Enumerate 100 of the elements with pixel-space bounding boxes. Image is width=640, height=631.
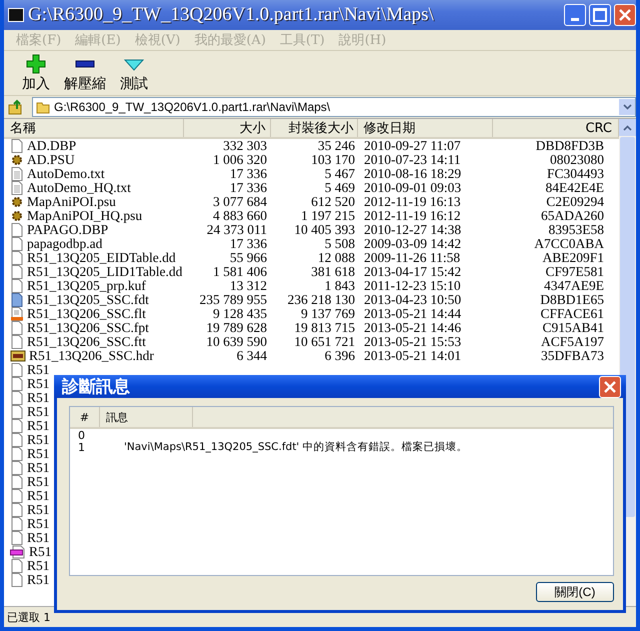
- table-cell-text: 19 789 628: [205, 320, 268, 336]
- file-icon: [10, 279, 24, 293]
- table-cell-text: 4 883 660: [212, 208, 268, 224]
- file-name[interactable]: R51: [27, 558, 50, 574]
- table-cell-text: 103 170: [310, 152, 356, 168]
- file-icon: [10, 335, 24, 349]
- column-header[interactable]: 封裝後大小: [270, 119, 358, 137]
- dropdown-button[interactable]: [619, 99, 635, 115]
- column-header[interactable]: #: [70, 407, 100, 427]
- file-name[interactable]: R51: [27, 446, 50, 462]
- toolbar-button[interactable]: 解壓縮: [60, 54, 110, 92]
- table-cell-text: 12 088: [316, 250, 356, 266]
- file-name[interactable]: R51: [27, 362, 50, 378]
- table-cell-text: 2012-11-19 16:13: [363, 194, 462, 210]
- table-cell-text: FC304493: [546, 166, 605, 182]
- file-icon: [10, 265, 24, 279]
- file-name[interactable]: R51: [27, 390, 50, 406]
- window-title: G:\R6300_9_TW_13Q206V1.0.part1.rar\Navi\Maps\: [28, 4, 435, 26]
- table-cell-text: 236 218 130: [286, 292, 356, 308]
- table-cell-text: A7CC0ABA: [533, 236, 605, 252]
- toolbar-button[interactable]: 測試: [116, 54, 152, 92]
- table-cell-text: 35DFBA73: [540, 348, 605, 364]
- table-cell-text: 2009-11-26 11:58: [363, 250, 462, 266]
- maximize-button[interactable]: [589, 4, 611, 26]
- file-name[interactable]: R51_13Q206_SSC.hdr: [29, 348, 154, 364]
- file-name[interactable]: R51_13Q205_SSC.fdt: [27, 292, 149, 308]
- file-name[interactable]: R51: [27, 530, 50, 546]
- file-name[interactable]: R51_13Q205_EIDTable.dd: [27, 250, 176, 266]
- table-cell-text: 84E42E4E: [544, 180, 605, 196]
- chevron-up-icon: [623, 124, 632, 130]
- table-cell-text: DBD8FD3B: [534, 138, 605, 154]
- file-name[interactable]: PAPAGO.DBP: [27, 222, 108, 238]
- file-name[interactable]: R51: [27, 516, 50, 532]
- table-cell-text: 4347AE9E: [543, 278, 605, 294]
- table-cell-text: 332 303: [222, 138, 268, 154]
- minimize-button[interactable]: [564, 4, 586, 26]
- close-button[interactable]: [599, 376, 621, 398]
- table-cell-text: 2013-05-21 15:53: [363, 334, 462, 350]
- column-header[interactable]: 訊息: [100, 407, 193, 427]
- file-name[interactable]: R51: [27, 432, 50, 448]
- table-cell-text: 3 077 684: [212, 194, 268, 210]
- table-cell-text: 9 128 435: [212, 306, 268, 322]
- file-name[interactable]: AD.PSU: [27, 152, 75, 168]
- file-name[interactable]: R51: [29, 544, 52, 560]
- app-icon: [8, 8, 24, 22]
- table-cell-text: 381 618: [310, 264, 356, 280]
- table-cell-text: 13 312: [228, 278, 268, 294]
- table-cell-text: 10 651 721: [293, 334, 356, 350]
- file-name[interactable]: AD.DBP: [27, 138, 76, 154]
- close-button[interactable]: [614, 4, 636, 26]
- file-icon: [10, 321, 24, 335]
- file-name[interactable]: R51: [27, 474, 50, 490]
- file-name[interactable]: R51: [27, 488, 50, 504]
- file-name[interactable]: R51: [27, 418, 50, 434]
- close-icon: [618, 8, 632, 22]
- gear-icon: [10, 209, 24, 223]
- address-field[interactable]: G:\R6300_9_TW_13Q206V1.0.part1.rar\Navi\Maps\: [32, 97, 636, 117]
- file-icon: [10, 363, 24, 377]
- table-cell-text: 2010-07-23 14:11: [363, 152, 462, 168]
- file-name[interactable]: R51_13Q206_SSC.ftt: [27, 334, 146, 350]
- file-name[interactable]: R51: [27, 376, 50, 392]
- table-cell-text: 235 789 955: [198, 292, 268, 308]
- row-number: 1: [77, 440, 86, 454]
- file-name[interactable]: R51_13Q206_SSC.flt: [27, 306, 146, 322]
- file-name[interactable]: R51: [27, 404, 50, 420]
- file-icon: [10, 475, 24, 489]
- column-header[interactable]: 修改日期: [358, 119, 494, 137]
- table-cell-text: 2010-12-27 14:38: [363, 222, 462, 238]
- file-icon: [10, 293, 24, 307]
- file-name[interactable]: R51: [27, 572, 50, 588]
- table-cell-text: 10 639 590: [205, 334, 268, 350]
- column-header[interactable]: 名稱: [4, 119, 184, 137]
- file-name[interactable]: AutoDemo_HQ.txt: [27, 180, 131, 196]
- file-name[interactable]: AutoDemo.txt: [27, 166, 105, 182]
- close-icon: [603, 380, 617, 394]
- file-name[interactable]: R51: [27, 502, 50, 518]
- file-name[interactable]: MapAniPOI_HQ.psu: [27, 208, 142, 224]
- table-cell-text: 2013-04-23 10:50: [363, 292, 462, 308]
- table-cell-text: 2009-03-09 14:42: [363, 236, 462, 252]
- table-cell-text: 2013-05-21 14:01: [363, 348, 462, 364]
- table-cell-text: 65ADA260: [540, 208, 605, 224]
- file-name[interactable]: MapAniPOI.psu: [27, 194, 116, 210]
- table-cell-text: ABE209F1: [541, 250, 605, 266]
- table-cell-text: 35 246: [316, 138, 356, 154]
- file-name[interactable]: R51_13Q205_LID1Table.dd: [27, 264, 182, 280]
- file-icon: [10, 307, 24, 321]
- file-name[interactable]: R51: [27, 460, 50, 476]
- file-icon: [10, 559, 24, 573]
- table-cell-text: D8BD1E65: [539, 292, 605, 308]
- file-icon: [10, 531, 24, 545]
- close-button[interactable]: 關閉(C): [536, 582, 614, 602]
- toolbar-button[interactable]: 加入: [18, 54, 54, 92]
- table-cell-text: 2010-09-01 09:03: [363, 180, 462, 196]
- column-header[interactable]: 大小: [184, 119, 271, 137]
- file-name[interactable]: papagodbp.ad: [27, 236, 102, 252]
- gear-icon: [10, 195, 24, 209]
- file-name[interactable]: R51_13Q206_SSC.fpt: [27, 320, 149, 336]
- file-name[interactable]: R51_13Q205_prp.kuf: [27, 278, 146, 294]
- table-cell-text: 2013-05-21 14:46: [363, 320, 462, 336]
- file-icon: [10, 237, 24, 251]
